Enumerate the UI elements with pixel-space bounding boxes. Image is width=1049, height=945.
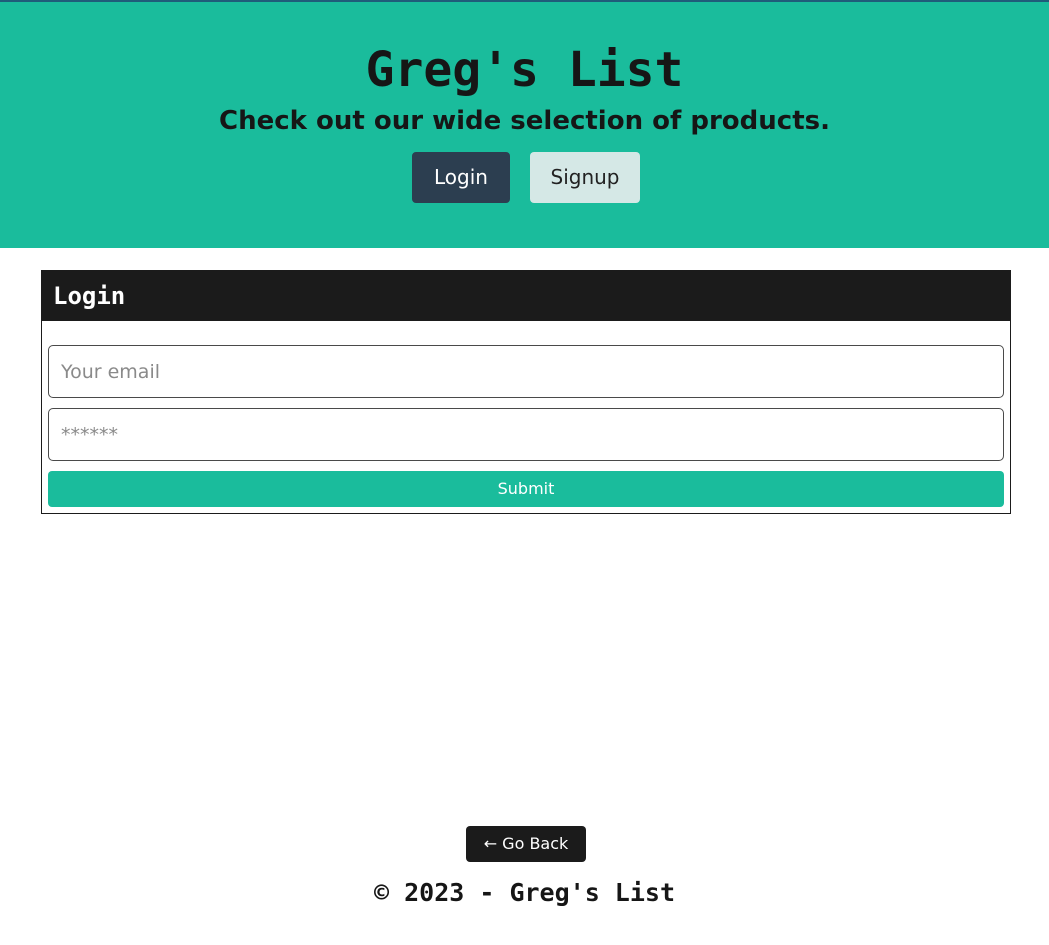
go-back-button[interactable]: ← Go Back	[466, 826, 586, 862]
site-tagline: Check out our wide selection of products…	[219, 106, 830, 136]
site-header: Greg's List Check out our wide selection…	[0, 0, 1049, 248]
login-nav-button[interactable]: Login	[412, 152, 510, 203]
submit-button[interactable]: Submit	[48, 471, 1004, 507]
login-card-title: Login	[53, 282, 126, 310]
login-card: Login Submit	[41, 270, 1011, 514]
footer-copyright: © 2023 - Greg's List	[373, 878, 676, 907]
email-field[interactable]	[48, 345, 1004, 398]
site-title: Greg's List	[365, 42, 684, 98]
password-field[interactable]	[48, 408, 1004, 461]
login-card-header: Login	[42, 271, 1010, 321]
signup-nav-button[interactable]: Signup	[530, 152, 640, 203]
